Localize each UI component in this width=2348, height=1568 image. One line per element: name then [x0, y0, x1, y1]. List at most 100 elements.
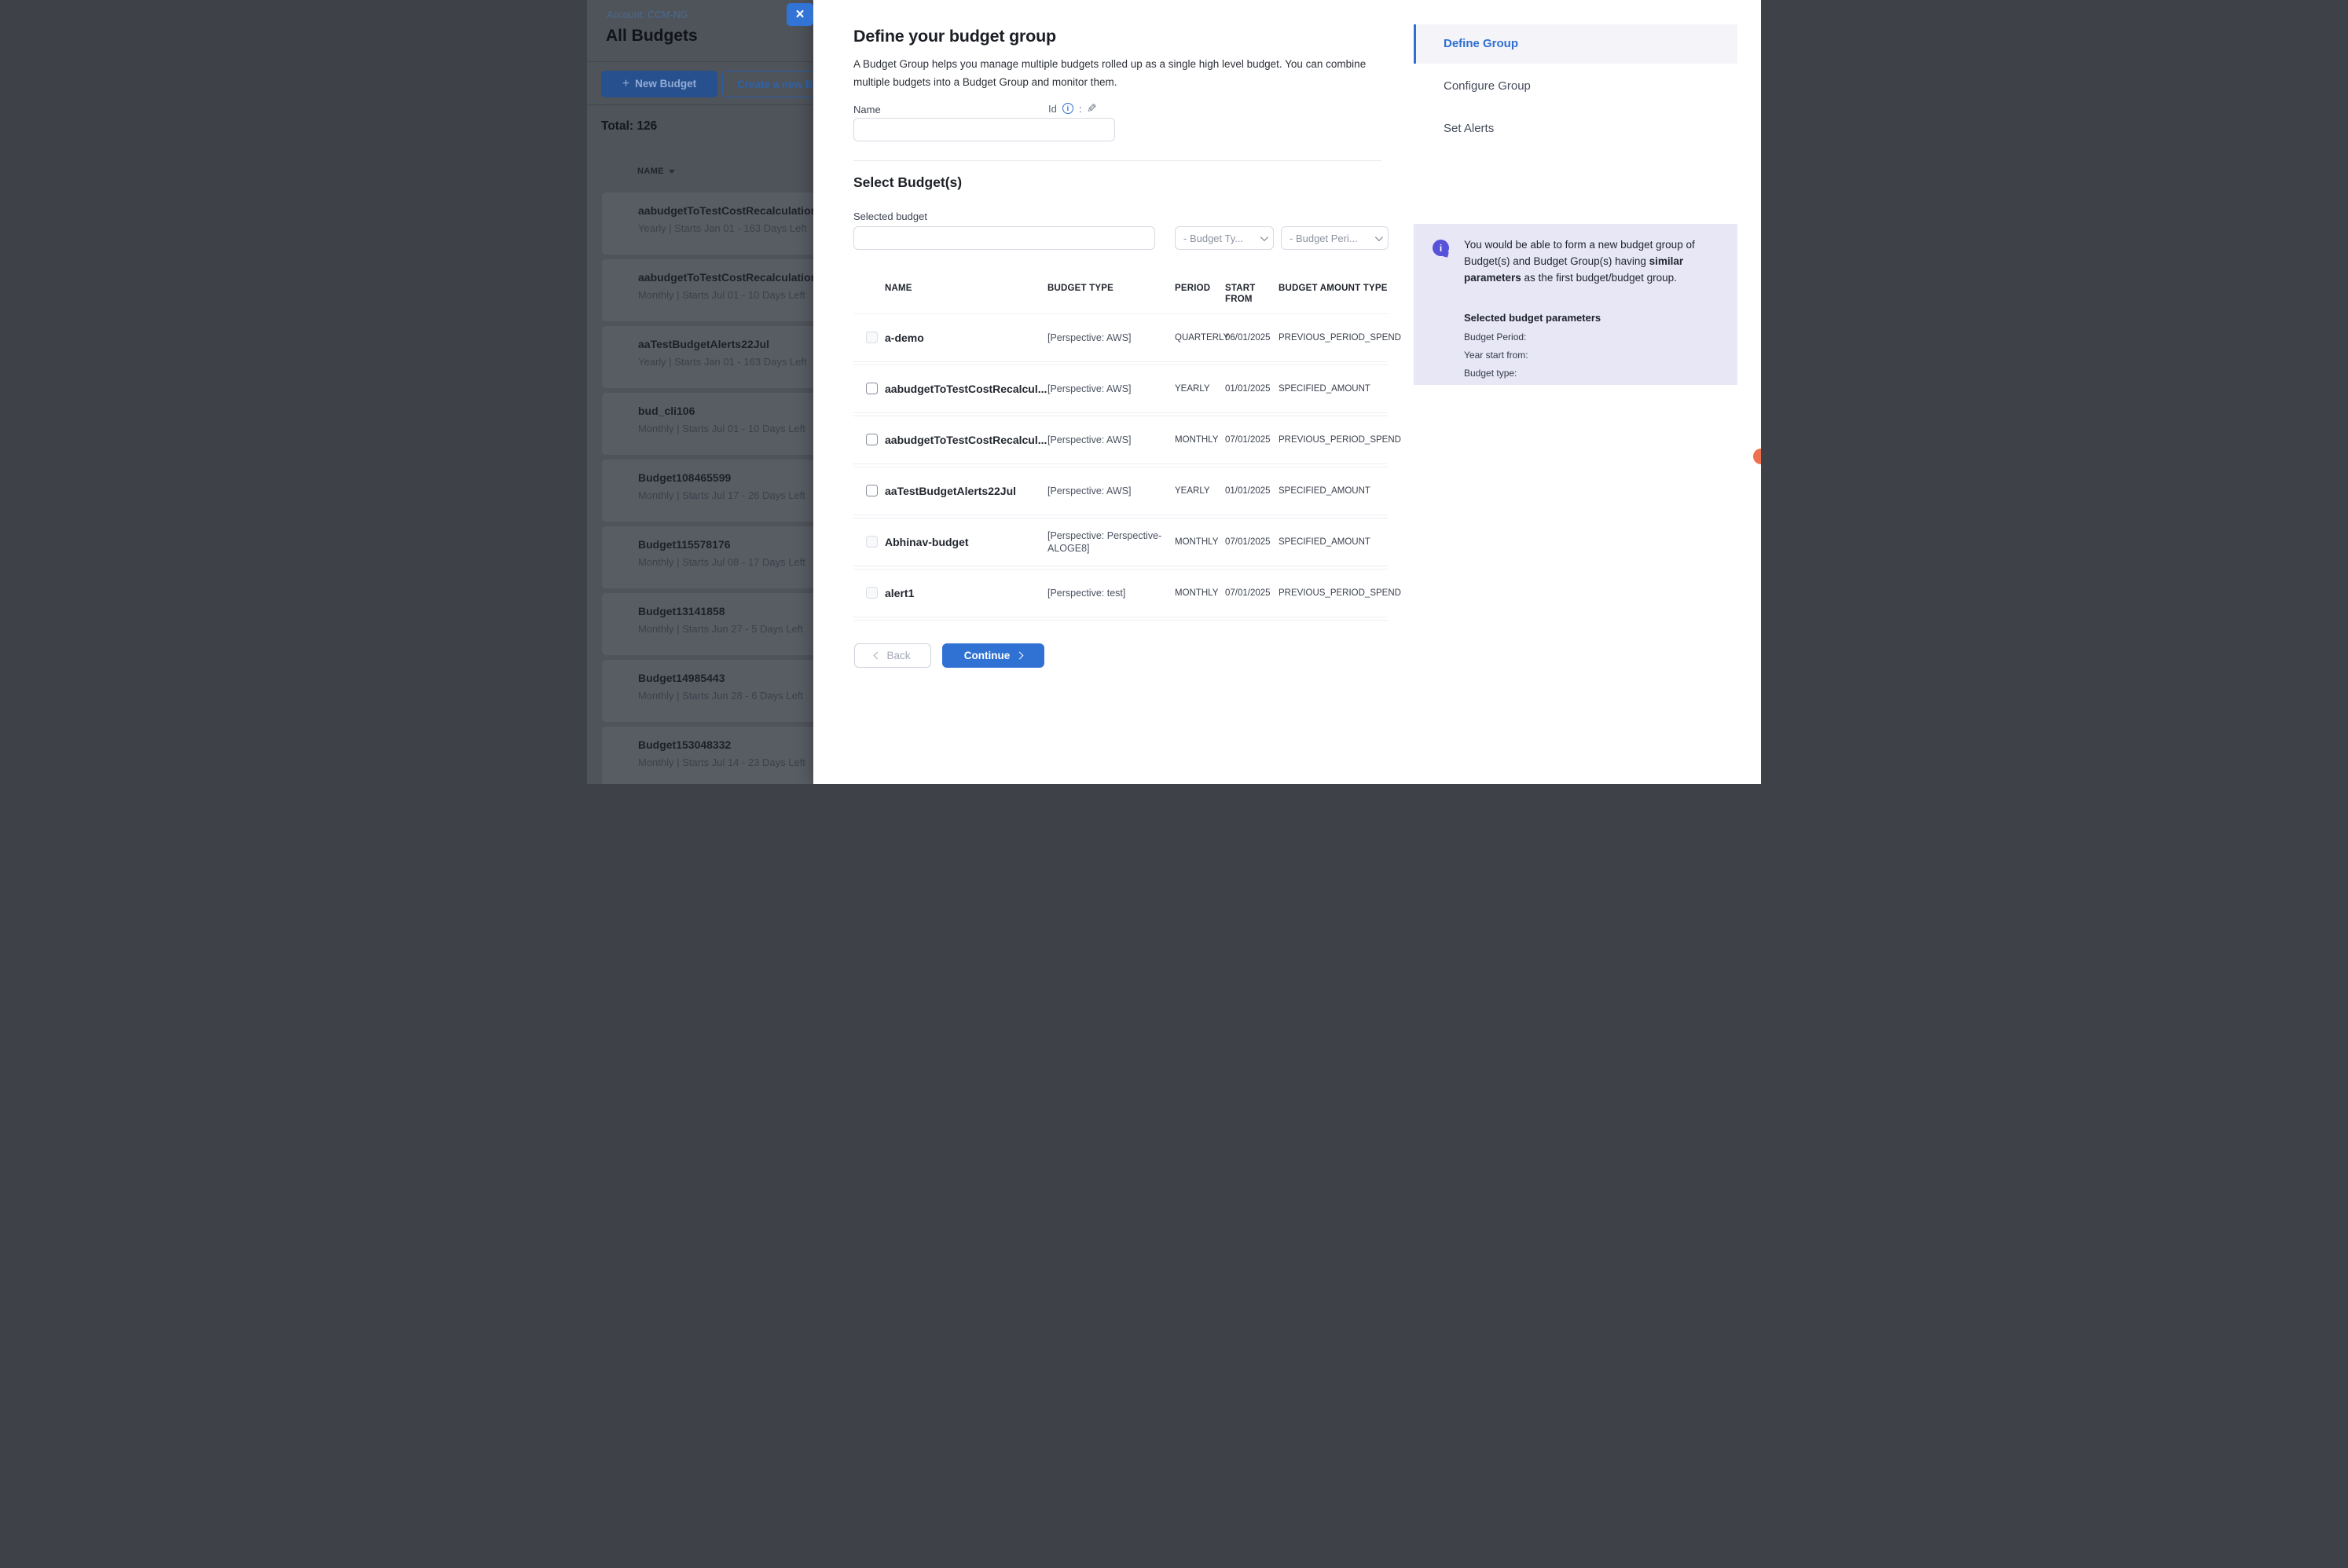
cell-amount-type: SPECIFIED_AMOUNT [1279, 537, 1388, 547]
total-count: Total: 126 [601, 119, 657, 134]
select-budgets-heading: Select Budget(s) [853, 174, 962, 191]
cell-amount-type: PREVIOUS_PERIOD_SPEND [1279, 435, 1401, 445]
cell-period: QUARTERLY [1175, 333, 1225, 343]
chevron-down-icon [1260, 233, 1268, 241]
cell-name: aaTestBudgetAlerts22Jul [885, 485, 1047, 497]
cell-name: aabudgetToTestCostRecalcul... [885, 434, 1047, 446]
cell-amount-type: PREVIOUS_PERIOD_SPEND [1279, 333, 1401, 343]
cell-period: YEARLY [1175, 384, 1225, 394]
account-breadcrumb: Account: CCM-NG [607, 9, 688, 20]
budget-details: Yearly | Starts Jan 01 - 163 Days Left [638, 356, 830, 368]
cell-amount-type: SPECIFIED_AMOUNT [1279, 384, 1388, 394]
table-row[interactable]: aabudgetToTestCostRecalcul... [Perspecti… [853, 365, 1388, 413]
row-checkbox [866, 536, 878, 548]
parameter-item: Budget type: [1464, 368, 1601, 379]
edit-id-icon[interactable]: ✎ [1087, 101, 1097, 115]
cell-period: YEARLY [1175, 486, 1225, 496]
back-button[interactable]: Back [854, 643, 931, 668]
budget-details: Monthly | Starts Jul 17 - 26 Days Left [638, 489, 830, 501]
id-info-icon[interactable]: i [1062, 103, 1073, 114]
col-header-name: NAME [885, 283, 1047, 294]
new-budget-label: New Budget [635, 78, 696, 90]
stepper-item-set-alerts[interactable]: Set Alerts [1414, 109, 1737, 148]
cell-name: a-demo [885, 332, 1047, 344]
budget-type-filter[interactable]: - Budget Ty... [1175, 226, 1274, 250]
parameter-item: Year start from: [1464, 350, 1601, 361]
budget-name: aabudgetToTestCostRecalculation2 [638, 271, 830, 284]
parameters-title: Selected budget parameters [1464, 312, 1601, 324]
close-icon: × [795, 7, 804, 22]
table-row[interactable]: alert1 [Perspective: test] MONTHLY 07/01… [853, 569, 1388, 617]
chevron-right-icon [1016, 652, 1024, 660]
table-header-row: NAME BUDGET TYPE PERIOD START FROM BUDGE… [853, 277, 1388, 313]
budget-details: Monthly | Starts Jul 14 - 23 Days Left [638, 757, 830, 768]
table-row[interactable]: a-demo [Perspective: AWS] QUARTERLY 06/0… [853, 313, 1388, 362]
wizard-stepper: Define GroupConfigure GroupSet Alerts [1414, 24, 1737, 152]
parameters-list: Budget Period: Year start from: Budget typ… [1464, 332, 1601, 379]
id-label: Id [1048, 103, 1057, 115]
cell-period: MONTHLY [1175, 537, 1225, 547]
background-budget-row: bud_cli106 Monthly | Starts Jul 01 - 10 … [602, 393, 830, 455]
budget-period-filter[interactable]: - Budget Peri... [1281, 226, 1389, 250]
info-panel-text: You would be able to form a new budget g… [1464, 237, 1720, 287]
group-name-input[interactable] [853, 118, 1115, 141]
cell-budget-type: [Perspective: AWS] [1047, 332, 1175, 344]
cell-amount-type: SPECIFIED_AMOUNT [1279, 486, 1388, 496]
info-bubble-icon: i [1433, 240, 1449, 256]
cell-name: aabudgetToTestCostRecalcul... [885, 383, 1047, 395]
budget-details: Monthly | Starts Jun 28 - 6 Days Left [638, 690, 830, 702]
id-separator: : [1079, 103, 1082, 115]
plus-icon: + [622, 77, 629, 90]
col-header-period: PERIOD [1175, 283, 1225, 294]
budget-type-filter-value: - Budget Ty... [1183, 233, 1243, 244]
app-root: Account: CCM-NG All Budgets +New Budget … [587, 0, 1761, 784]
budget-name: aabudgetToTestCostRecalculation1 [638, 204, 830, 217]
cell-period: MONTHLY [1175, 435, 1225, 445]
drawer-title: Define your budget group [853, 27, 1056, 46]
background-budget-row: Budget13141858 Monthly | Starts Jun 27 -… [602, 593, 830, 655]
budgets-table: NAME BUDGET TYPE PERIOD START FROM BUDGE… [853, 277, 1388, 624]
table-row[interactable]: aabudgetToTestCostRecalcul... [Perspecti… [853, 416, 1388, 464]
cell-name: alert1 [885, 587, 1047, 599]
row-checkbox[interactable] [866, 383, 878, 394]
table-row[interactable]: aaTestBudgetAlerts22Jul [Perspective: AW… [853, 467, 1388, 515]
budget-period-filter-value: - Budget Peri... [1290, 233, 1358, 244]
budget-list: aabudgetToTestCostRecalculation1 Yearly … [602, 192, 830, 784]
stepper-item-configure-group[interactable]: Configure Group [1414, 67, 1737, 106]
continue-button[interactable]: Continue [942, 643, 1044, 668]
cell-budget-type: [Perspective: AWS] [1047, 434, 1175, 446]
name-column-header: NAME [637, 167, 675, 176]
cell-budget-type: [Perspective: AWS] [1047, 485, 1175, 497]
cell-amount-type: PREVIOUS_PERIOD_SPEND [1279, 588, 1401, 598]
selected-budget-parameters: Selected budget parameters Budget Period… [1464, 312, 1601, 386]
background-budget-row: Budget108465599 Monthly | Starts Jul 17 … [602, 460, 830, 522]
cell-start-from: 06/01/2025 [1225, 333, 1279, 343]
row-checkbox [866, 587, 878, 599]
cell-period: MONTHLY [1175, 588, 1225, 598]
table-body: a-demo [Perspective: AWS] QUARTERLY 06/0… [853, 313, 1388, 617]
cell-start-from: 01/01/2025 [1225, 384, 1279, 394]
table-row[interactable]: Abhinav-budget [Perspective: Perspective… [853, 518, 1388, 566]
cell-start-from: 07/01/2025 [1225, 537, 1279, 547]
budget-details: Monthly | Starts Jul 08 - 17 Days Left [638, 556, 830, 568]
stepper-item-define-group[interactable]: Define Group [1414, 24, 1737, 64]
close-drawer-button[interactable]: × [787, 3, 813, 26]
cell-budget-type: [Perspective: AWS] [1047, 383, 1175, 395]
cell-budget-type: [Perspective: test] [1047, 587, 1175, 599]
budget-name: Budget115578176 [638, 538, 830, 551]
budget-search-input[interactable] [853, 226, 1155, 250]
drawer-actions: Back Continue [854, 643, 1044, 668]
budget-name: Budget13141858 [638, 605, 830, 617]
row-checkbox[interactable] [866, 434, 878, 445]
budget-name: Budget153048332 [638, 738, 830, 751]
row-checkbox[interactable] [866, 485, 878, 496]
background-budget-row: Budget14985443 Monthly | Starts Jun 28 -… [602, 660, 830, 722]
drawer-description: A Budget Group helps you manage multiple… [853, 56, 1403, 91]
name-field-label: Name [853, 104, 881, 115]
parameter-item: Budget Period: [1464, 332, 1601, 343]
budget-name: Budget108465599 [638, 471, 830, 484]
section-divider [853, 160, 1381, 161]
cell-name: Abhinav-budget [885, 536, 1047, 548]
continue-label: Continue [964, 650, 1011, 661]
budget-details: Monthly | Starts Jul 01 - 10 Days Left [638, 423, 830, 434]
